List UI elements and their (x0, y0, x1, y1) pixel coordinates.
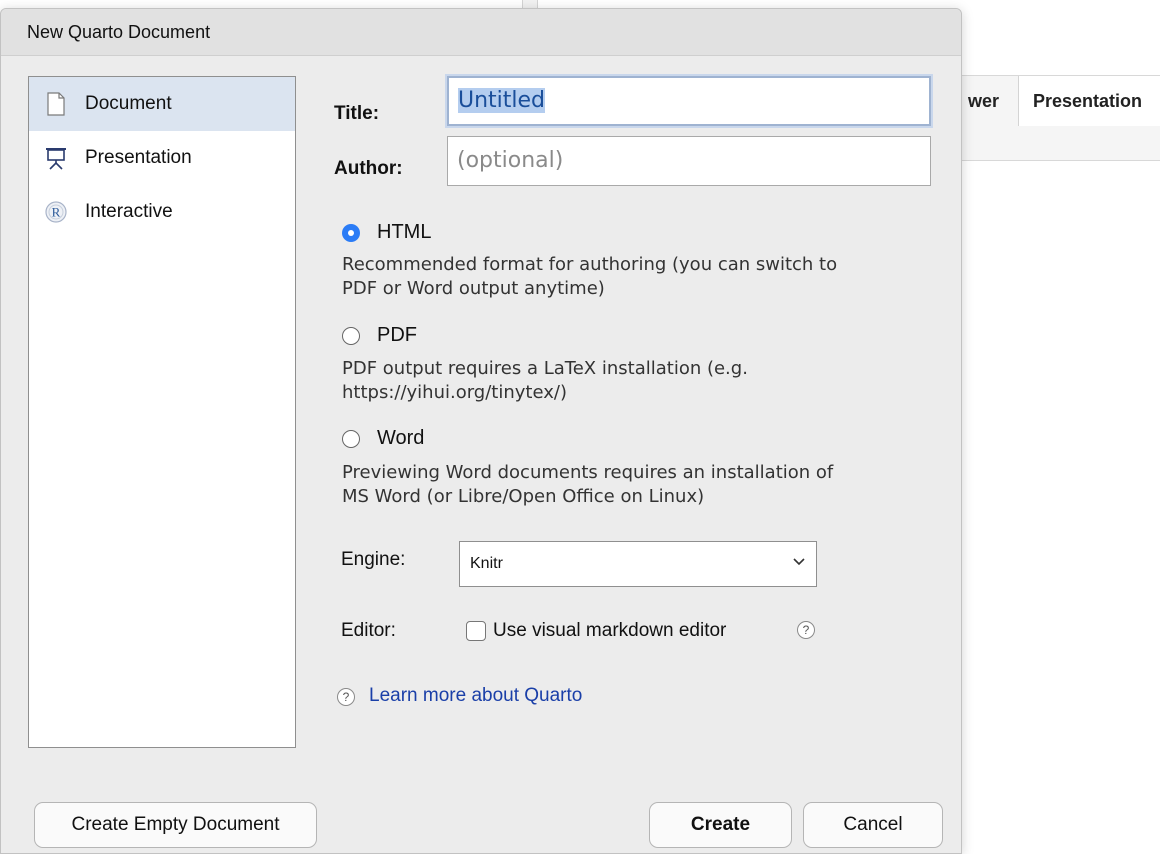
type-label-presentation: Presentation (85, 147, 192, 168)
radio-html-button[interactable] (342, 223, 360, 242)
author-input[interactable]: (optional) (447, 136, 931, 186)
document-icon (43, 91, 69, 117)
document-type-list: Document Presentation R Interactive (28, 76, 296, 748)
html-description-line1: Recommended format for authoring (you ca… (342, 254, 838, 275)
dialog-title: New Quarto Document (1, 9, 961, 56)
word-description: Previewing Word documents requires an in… (342, 461, 942, 509)
radio-pdf-button[interactable] (342, 326, 360, 345)
presentation-icon (43, 145, 69, 171)
html-description-line2: PDF or Word output anytime) (342, 278, 605, 299)
engine-select-value: Knitr (470, 555, 503, 572)
author-label: Author: (334, 158, 403, 179)
pdf-description-line2: https://yihui.org/tinytex/) (342, 382, 567, 403)
html-description: Recommended format for authoring (you ca… (342, 253, 942, 301)
type-label-document: Document (85, 93, 172, 114)
engine-label: Engine: (341, 549, 406, 570)
pdf-description-line1: PDF output requires a LaTeX installation… (342, 358, 748, 379)
title-label: Title: (334, 103, 380, 124)
type-label-interactive: Interactive (85, 201, 173, 222)
create-empty-document-button[interactable]: Create Empty Document (34, 802, 317, 848)
create-button[interactable]: Create (649, 802, 792, 848)
svg-text:R: R (52, 205, 61, 220)
new-quarto-document-dialog: New Quarto Document Document Presentatio… (0, 8, 962, 854)
cancel-button[interactable]: Cancel (803, 802, 943, 848)
engine-select[interactable]: Knitr (459, 541, 817, 587)
r-logo-icon: R (43, 199, 69, 225)
title-input[interactable]: Untitled (447, 76, 931, 126)
visual-editor-checkbox[interactable] (466, 621, 486, 641)
type-item-document[interactable]: Document (29, 77, 295, 131)
format-radio-html[interactable]: HTML (342, 221, 431, 244)
learn-more-link[interactable]: Learn more about Quarto (369, 685, 582, 707)
word-description-line2: MS Word (or Libre/Open Office on Linux) (342, 486, 705, 507)
pdf-description: PDF output requires a LaTeX installation… (342, 357, 942, 405)
chevron-down-icon (792, 554, 806, 573)
word-description-line1: Previewing Word documents requires an in… (342, 462, 834, 483)
format-radio-word[interactable]: Word (342, 427, 424, 450)
type-item-presentation[interactable]: Presentation (29, 131, 295, 185)
radio-word-label: Word (377, 427, 425, 449)
radio-html-label: HTML (377, 221, 432, 243)
radio-pdf-label: PDF (377, 324, 417, 346)
visual-editor-label[interactable]: Use visual markdown editor (493, 620, 726, 642)
screen: wer Presentation New Quarto Document Doc… (0, 0, 1160, 854)
visual-editor-help-icon[interactable]: ? (797, 621, 815, 639)
format-radio-pdf[interactable]: PDF (342, 324, 417, 347)
tab-viewer[interactable]: wer (962, 76, 1018, 126)
type-item-interactive[interactable]: R Interactive (29, 185, 295, 239)
title-input-value: Untitled (458, 88, 546, 113)
editor-label: Editor: (341, 620, 396, 641)
radio-word-button[interactable] (342, 429, 360, 448)
learn-more-help-icon: ? (337, 688, 355, 706)
tab-presentation[interactable]: Presentation (1018, 76, 1160, 126)
